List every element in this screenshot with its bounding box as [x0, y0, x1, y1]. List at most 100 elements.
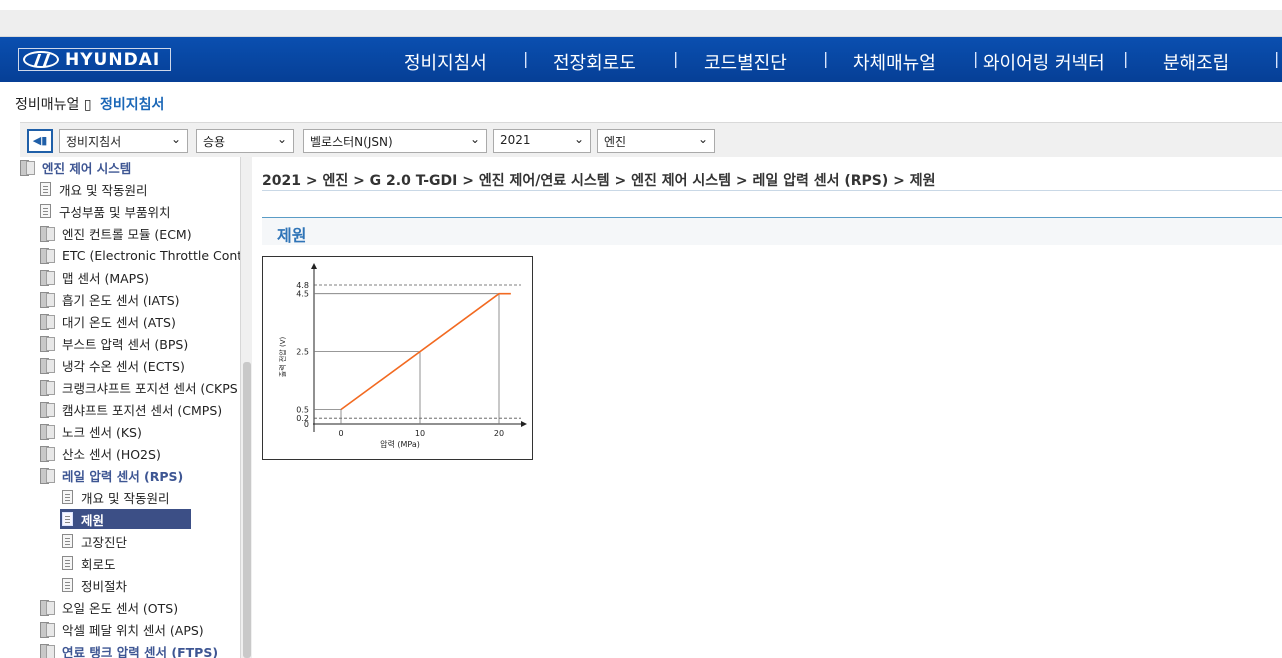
x-axis-arrow-icon: [521, 421, 527, 427]
tree-item[interactable]: 대기 온도 센서 (ATS): [40, 311, 176, 331]
x-axis-label: 압력 (MPa): [380, 439, 420, 449]
tree-item[interactable]: 구성부품 및 부품위치: [40, 201, 170, 221]
nav-electrical-diagram[interactable]: 전장회로도: [553, 49, 636, 75]
hyundai-logo[interactable]: HYUNDAI: [18, 48, 171, 71]
year-select[interactable]: 2021 ⌄: [493, 129, 591, 153]
content-breadcrumb: 2021 > 엔진 > G 2.0 T-GDI > 엔진 제어/연료 시스템 >…: [262, 170, 1282, 191]
tree-item[interactable]: 레일 압력 센서 (RPS): [40, 465, 183, 485]
tree-item[interactable]: 노크 센서 (KS): [40, 421, 142, 441]
tree-item-label: 엔진 컨트롤 모듈 (ECM): [62, 226, 192, 242]
tree-item-label: 엔진 제어 시스템: [42, 160, 132, 176]
tree-item[interactable]: 개요 및 작동원리: [40, 179, 147, 199]
tree-item-label: 맵 센서 (MAPS): [62, 270, 150, 286]
document-icon: [62, 490, 73, 504]
y-tick-label: 0.5: [296, 406, 309, 415]
vehicle-type-select[interactable]: 승용 ⌄: [196, 129, 294, 153]
nav-disassembly[interactable]: 분해조립: [1163, 49, 1229, 75]
nav-code-diagnosis[interactable]: 코드별진단: [704, 49, 787, 75]
tree-item-label: ETC (Electronic Throttle Control: [62, 247, 252, 263]
book-icon: [40, 644, 55, 658]
nav-wiring-connector[interactable]: 와이어링 커넥터: [983, 49, 1105, 75]
tree-item[interactable]: 부스트 압력 센서 (BPS): [40, 333, 188, 353]
tree-item[interactable]: 크랭크샤프트 포지션 센서 (CKPS: [40, 377, 238, 397]
tree-item-label: 제원: [81, 512, 105, 528]
tree-item-label: 레일 압력 센서 (RPS): [62, 468, 184, 484]
book-icon: [40, 314, 55, 330]
scrollbar-thumb[interactable]: [243, 362, 251, 658]
tree-item[interactable]: 냉각 수온 센서 (ECTS): [40, 355, 185, 375]
document-icon: [62, 578, 73, 592]
tree-item[interactable]: 악셀 페달 위치 센서 (APS): [40, 619, 204, 639]
x-tick-label: 0: [338, 429, 343, 438]
book-icon: [20, 160, 35, 176]
nav-separator: |: [523, 49, 529, 68]
nav-repair-manual[interactable]: 정비지침서: [404, 49, 487, 75]
document-icon: [62, 534, 73, 548]
book-icon: [40, 270, 55, 286]
tree-item-label: 크랭크샤프트 포지션 센서 (CKPS: [62, 380, 238, 396]
tree-item-label: 구성부품 및 부품위치: [59, 204, 171, 220]
breadcrumb-current: 정비지침서: [100, 97, 165, 113]
rps-chart-svg: 00.20.52.54.54.80 10 20압력 (MPa)출력 전압 (V): [278, 263, 527, 449]
book-icon: [40, 336, 55, 352]
tree-item[interactable]: 맵 센서 (MAPS): [40, 267, 149, 287]
rps-output-chart: 0 0.2 0.5 2.5 4.5 4.8 0 10 20 압력 (MPa) 출력 전압 (V): [262, 256, 533, 460]
tree-item[interactable]: 개요 및 작동원리: [62, 487, 169, 507]
tree-item-label: 악셀 페달 위치 센서 (APS): [62, 622, 204, 638]
model-select[interactable]: 벨로스터N(JSN) ⌄: [303, 129, 487, 153]
section-title: 제원: [262, 217, 1282, 245]
browser-top-strip: [0, 0, 1282, 37]
book-icon: [40, 358, 55, 374]
system-select[interactable]: 엔진 ⌄: [597, 129, 715, 153]
book-icon: [40, 292, 55, 308]
filter-toolbar: ◀▮ 정비지침서 ⌄ 승용 ⌄ 벨로스터N(JSN) ⌄ 2021 ⌄ 엔진 ⌄: [20, 122, 1282, 157]
tree-item-selected[interactable]: 제원: [60, 509, 191, 529]
tree-item-label: 연료 탱크 압력 센서 (FTPS): [62, 644, 219, 658]
tree-item-label: 캠샤프트 포지션 센서 (CMPS): [62, 402, 223, 418]
chevron-down-icon: ⌄: [573, 132, 584, 146]
tree-item[interactable]: ETC (Electronic Throttle Control: [40, 245, 252, 265]
book-icon: [40, 446, 55, 462]
tree-item-label: 정비절차: [81, 578, 128, 594]
tree-item[interactable]: 캠샤프트 포지션 센서 (CMPS): [40, 399, 222, 419]
system-select-value: 엔진: [604, 135, 627, 149]
nav-body-manual[interactable]: 차체매뉴얼: [853, 49, 936, 75]
year-select-value: 2021: [500, 133, 531, 147]
tree-item[interactable]: 정비절차: [62, 575, 127, 595]
book-icon: [40, 402, 55, 418]
tree-item[interactable]: 고장진단: [62, 531, 127, 551]
model-select-value: 벨로스터N(JSN): [310, 135, 393, 149]
tree-item[interactable]: 엔진 제어 시스템: [20, 157, 131, 177]
navigation-tree: 엔진 제어 시스템 개요 및 작동원리 구성부품 및 부품위치 엔진 컨트롤 모…: [20, 157, 252, 658]
breadcrumb-arrow-icon: ▯: [83, 97, 92, 113]
y-tick-label: 4.5: [296, 290, 309, 299]
nav-separator: |: [1123, 49, 1129, 68]
collapse-sidebar-button[interactable]: ◀▮: [27, 129, 53, 153]
tree-item[interactable]: 연료 탱크 압력 센서 (FTPS): [40, 641, 218, 658]
manual-select-value: 정비지침서: [66, 135, 122, 149]
book-icon: [40, 622, 55, 638]
nav-separator: |: [973, 49, 979, 68]
tree-item[interactable]: 회로도: [62, 553, 116, 573]
tree-item[interactable]: 흡기 온도 센서 (IATS): [40, 289, 180, 309]
breadcrumb-root[interactable]: 정비매뉴얼: [15, 97, 79, 113]
tree-item[interactable]: 산소 센서 (HO2S): [40, 443, 161, 463]
nav-separator: |: [823, 49, 829, 68]
chevron-down-icon: ⌄: [697, 132, 708, 146]
tree-item[interactable]: 오일 온도 센서 (OTS): [40, 597, 178, 617]
document-icon: [40, 204, 51, 218]
tree-scrollbar[interactable]: [240, 157, 252, 658]
site-header: HYUNDAI 정비지침서 | 전장회로도 | 코드별진단 | 차체매뉴얼 | …: [0, 37, 1282, 82]
book-icon: [40, 600, 55, 616]
book-icon: [40, 380, 55, 396]
manual-select[interactable]: 정비지침서 ⌄: [59, 129, 188, 153]
document-icon: [40, 182, 51, 196]
vehicle-type-select-value: 승용: [203, 135, 226, 149]
tree-item-label: 흡기 온도 센서 (IATS): [62, 292, 180, 308]
nav-separator: |: [1274, 49, 1280, 68]
book-icon: [40, 248, 55, 264]
y-axis-label: 출력 전압 (V): [278, 337, 287, 378]
breadcrumb: 정비매뉴얼 ▯ 정비지침서: [15, 94, 164, 114]
book-icon: [40, 424, 55, 440]
tree-item[interactable]: 엔진 컨트롤 모듈 (ECM): [40, 223, 192, 243]
